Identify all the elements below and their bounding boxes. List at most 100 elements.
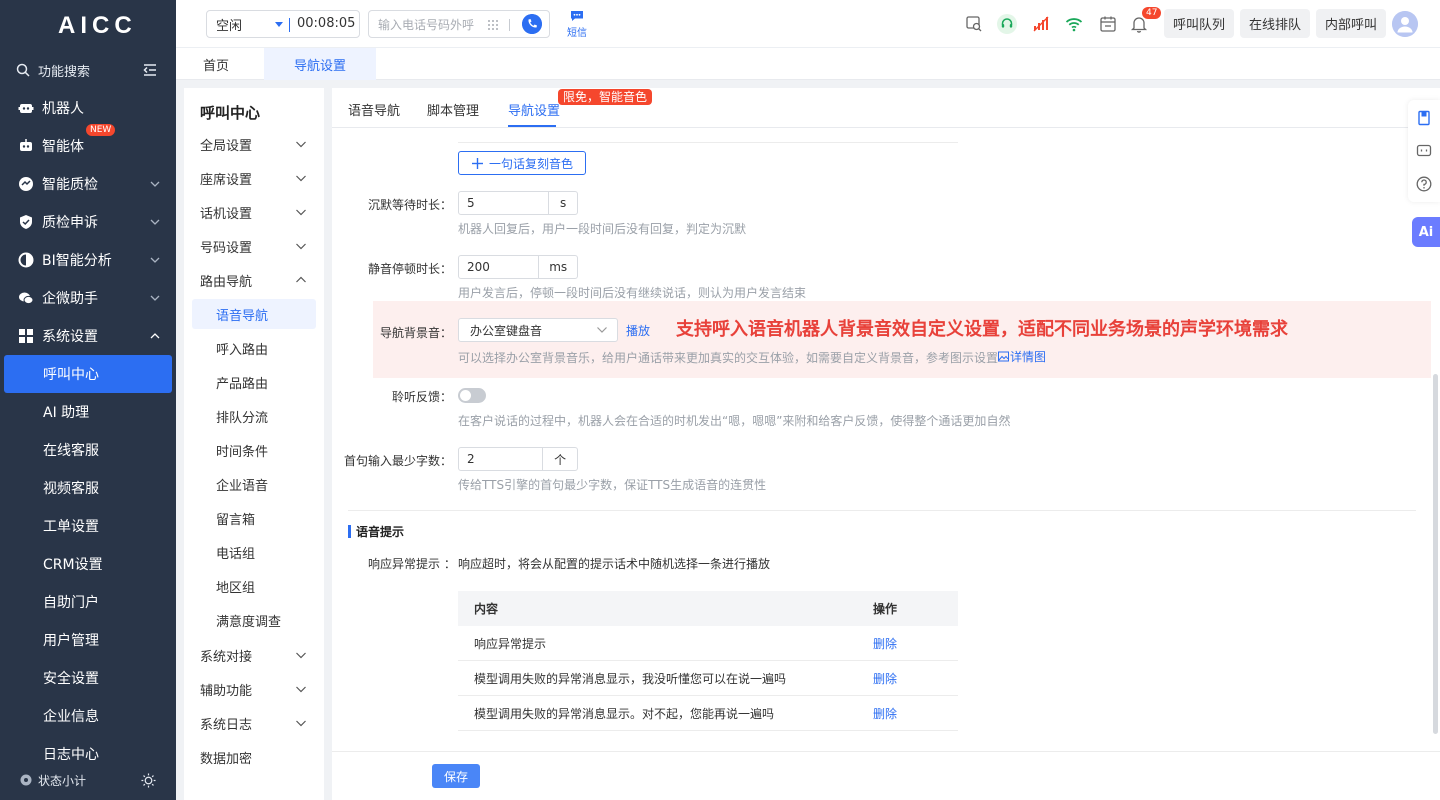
sidebar-item-system-settings[interactable]: 系统设置 — [0, 320, 176, 352]
caret-down-icon — [275, 22, 283, 27]
nav-routing[interactable]: 路由导航 — [200, 264, 324, 296]
nav-sub-time-conditions[interactable]: 时间条件 — [192, 435, 316, 465]
delete-link[interactable]: 删除 — [873, 670, 897, 687]
collapse-menu-icon[interactable] — [142, 62, 158, 78]
top-bar: 空闲 00:08:05 输入电话号码外呼 短信 47 呼叫队列 在线排队 内部呼… — [176, 0, 1440, 48]
nav-sub-voice-nav[interactable]: 语音导航 — [192, 299, 316, 329]
headset-icon[interactable] — [997, 14, 1017, 34]
status-summary-label[interactable]: 状态小计 — [38, 772, 86, 789]
sidebar-sub-company-info[interactable]: 企业信息 — [4, 697, 172, 735]
sidebar-sub-crm-settings[interactable]: CRM设置 — [4, 545, 172, 583]
nav-sub-phone-group[interactable]: 电话组 — [192, 537, 316, 567]
sidebar-sub-video-service[interactable]: 视频客服 — [4, 469, 172, 507]
ai-assistant-button[interactable]: Ai — [1412, 217, 1440, 247]
online-queue-button[interactable]: 在线排队 — [1240, 9, 1311, 38]
nav-data-encryption[interactable]: 数据加密 — [200, 741, 324, 773]
sidebar-item-smart-qc[interactable]: 智能质检 — [0, 168, 176, 200]
sidebar-item-wecom[interactable]: 企微助手 — [0, 282, 176, 314]
sidebar-sub-ai-assistant[interactable]: AI 助理 — [4, 393, 172, 431]
signal-off-icon[interactable] — [1031, 14, 1051, 34]
tab-nav-settings[interactable]: 导航设置 — [508, 100, 560, 119]
dialpad-icon[interactable] — [487, 19, 499, 31]
play-link[interactable]: 播放 — [626, 322, 650, 339]
call-queue-button[interactable]: 呼叫队列 — [1164, 9, 1235, 38]
sidebar-item-qc-appeal[interactable]: 质检申诉 — [0, 206, 176, 238]
scrollbar-thumb[interactable] — [1433, 374, 1438, 734]
search-icon — [16, 63, 30, 77]
first-min-chars-field[interactable]: 2 个 — [458, 447, 578, 471]
nav-global-settings[interactable]: 全局设置 — [200, 128, 324, 160]
toggle-knob — [460, 390, 471, 401]
book-icon[interactable] — [1416, 110, 1432, 126]
mute-pause-field[interactable]: 200 ms — [458, 255, 578, 279]
sidebar-sub-user-management[interactable]: 用户管理 — [4, 621, 172, 659]
save-bar: 保存 — [332, 751, 1440, 800]
calendar-icon[interactable] — [1098, 14, 1118, 34]
search-label: 功能搜索 — [38, 64, 91, 80]
phone-dial-input[interactable]: 输入电话号码外呼 — [368, 10, 550, 38]
page-tab-nav-settings[interactable]: 导航设置 — [264, 48, 376, 80]
clone-voice-button[interactable]: 一句话复刻音色 — [458, 151, 586, 175]
nav-label: 系统日志 — [200, 717, 253, 733]
save-button[interactable]: 保存 — [432, 764, 480, 788]
sidebar: AICC 功能搜索 机器人 智能体 NEW 智能质检 质检申诉 BI智能分析 企… — [0, 0, 176, 800]
detail-image-link[interactable]: 详情图 — [998, 348, 1046, 365]
nav-system-logs[interactable]: 系统日志 — [200, 707, 324, 739]
sidebar-item-label: BI智能分析 — [42, 253, 112, 269]
nav-sub-satisfaction-survey[interactable]: 满意度调查 — [192, 605, 316, 635]
listen-feedback-toggle[interactable] — [458, 388, 486, 403]
sidebar-item-bi[interactable]: BI智能分析 — [0, 244, 176, 276]
sms-button[interactable]: 短信 — [566, 10, 588, 39]
call-button[interactable] — [522, 14, 542, 34]
tab-voice-navigation[interactable]: 语音导航 — [348, 100, 400, 119]
help-icon[interactable] — [1416, 176, 1432, 192]
row-content: 模型调用失败的异常消息显示。对不起，您能再说一遍吗 — [474, 706, 775, 721]
nav-sub-inbound-routing[interactable]: 呼入路由 — [192, 333, 316, 363]
nav-sub-company-voice[interactable]: 企业语音 — [192, 469, 316, 499]
chevron-down-icon — [296, 652, 306, 659]
nav-system-integration[interactable]: 系统对接 — [200, 639, 324, 671]
sidebar-item-label: 智能质检 — [42, 177, 98, 193]
detail-link-label: 详情图 — [1010, 350, 1047, 364]
sidebar-sub-online-service[interactable]: 在线客服 — [4, 431, 172, 469]
tab-script-management[interactable]: 脚本管理 — [427, 100, 479, 119]
nav-sub-region-group[interactable]: 地区组 — [192, 571, 316, 601]
sidebar-item-robot[interactable]: 机器人 — [0, 92, 176, 124]
chat-search-icon[interactable] — [964, 14, 984, 34]
sidebar-item-agent[interactable]: 智能体 NEW — [0, 124, 176, 162]
nav-phone-settings[interactable]: 话机设置 — [200, 196, 324, 228]
pie-chart-icon — [18, 252, 34, 268]
chevron-down-icon — [296, 175, 306, 182]
function-search[interactable]: 功能搜索 — [0, 58, 176, 82]
nav-sub-voicemail[interactable]: 留言箱 — [192, 503, 316, 533]
page-tab-home[interactable]: 首页 — [176, 48, 256, 80]
wifi-icon[interactable] — [1064, 14, 1084, 34]
nav-label: 路由导航 — [200, 274, 253, 290]
nav-aux-functions[interactable]: 辅助功能 — [200, 673, 324, 705]
sidebar-sub-self-portal[interactable]: 自助门户 — [4, 583, 172, 621]
internal-call-button[interactable]: 内部呼叫 — [1316, 9, 1387, 38]
nav-number-settings[interactable]: 号码设置 — [200, 230, 324, 262]
nav-sub-product-routing[interactable]: 产品路由 — [192, 367, 316, 397]
silence-wait-field[interactable]: 5 s — [458, 191, 578, 215]
sidebar-sub-security-settings[interactable]: 安全设置 — [4, 659, 172, 697]
sidebar-sub-call-center[interactable]: 呼叫中心 — [4, 355, 172, 393]
agent-status-select[interactable]: 空闲 00:08:05 — [206, 10, 360, 38]
first-min-chars-value[interactable]: 2 — [459, 448, 542, 470]
nav-seat-settings[interactable]: 座席设置 — [200, 162, 324, 194]
chat-bot-icon[interactable] — [1416, 143, 1432, 159]
bg-sound-select[interactable]: 办公室键盘音 — [458, 318, 618, 342]
chevron-down-icon — [597, 327, 607, 333]
mute-pause-hint: 用户发言后，停顿一段时间后没有继续说话，则认为用户发言结束 — [458, 286, 807, 300]
theme-toggle-icon[interactable] — [141, 773, 156, 788]
delete-link[interactable]: 删除 — [873, 705, 897, 722]
nav-sub-queue-split[interactable]: 排队分流 — [192, 401, 316, 431]
silence-wait-value[interactable]: 5 — [459, 192, 548, 214]
sidebar-footer: 状态小计 — [0, 760, 176, 800]
delete-link[interactable]: 删除 — [873, 635, 897, 652]
phone-placeholder: 输入电话号码外呼 — [378, 17, 475, 32]
sidebar-sub-ticket-settings[interactable]: 工单设置 — [4, 507, 172, 545]
mute-pause-value[interactable]: 200 — [459, 256, 538, 278]
user-avatar[interactable] — [1392, 11, 1418, 37]
active-tab-indicator — [508, 125, 556, 127]
